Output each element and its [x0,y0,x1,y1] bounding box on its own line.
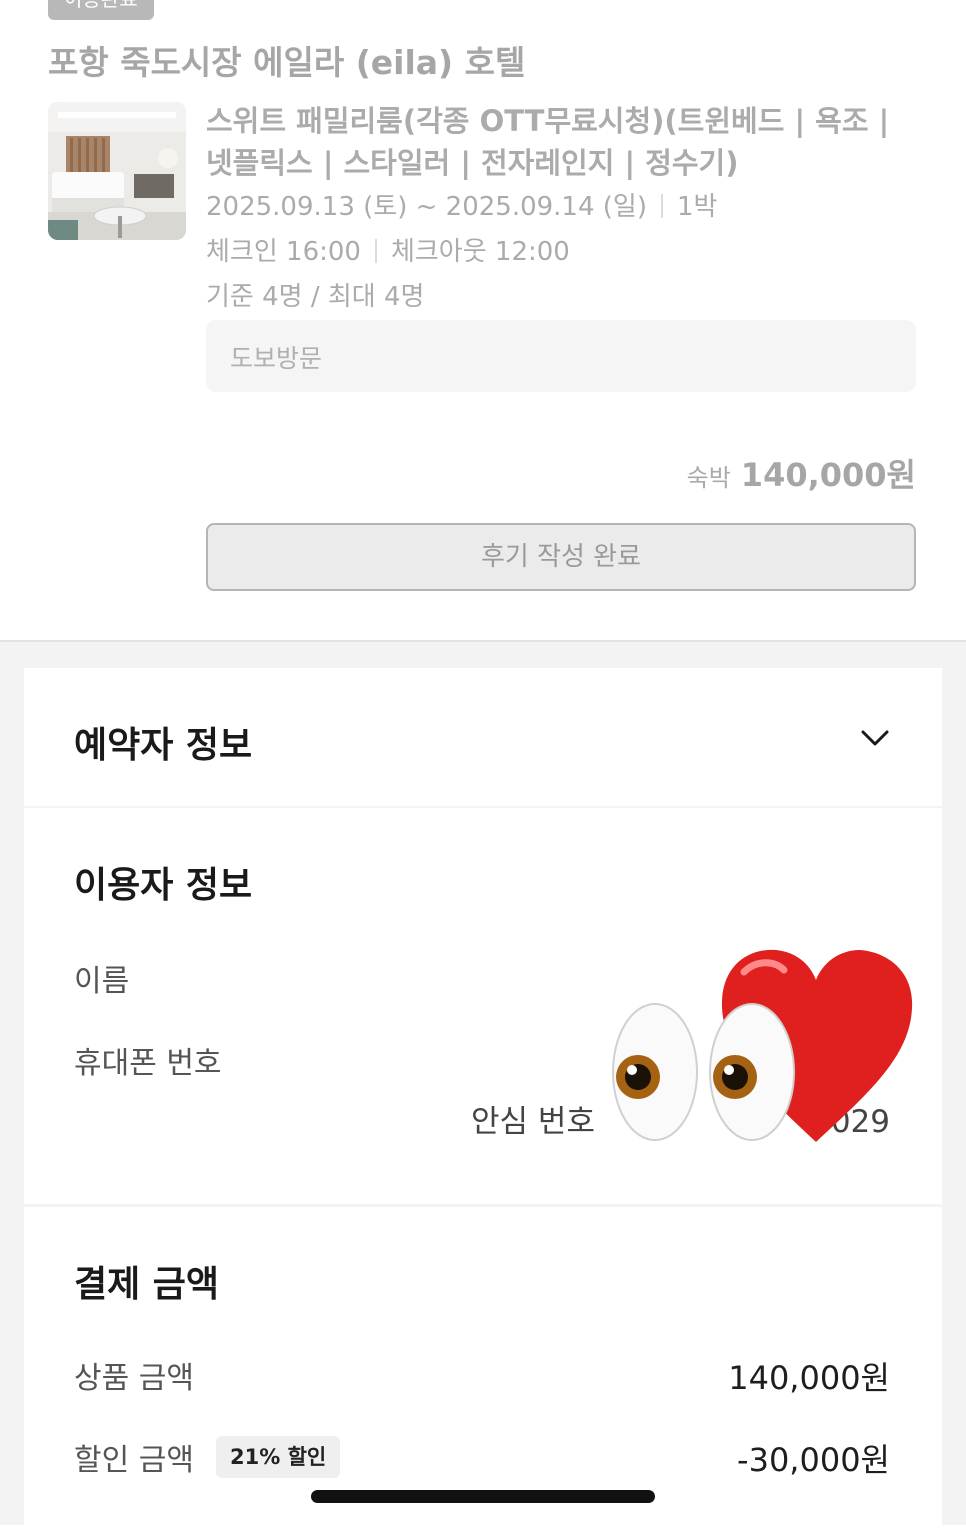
chevron-down-icon[interactable] [860,722,890,752]
safe-number-suffix: 029 [830,1104,890,1140]
home-indicator[interactable] [311,1490,655,1503]
visit-type: 도보방문 [230,344,323,373]
booker-info-title: 예약자 정보 [74,725,253,766]
stay-dates: 2025.09.13 (토) ~ 2025.09.14 (일) [206,192,647,222]
price-label: 숙박 [686,464,731,492]
product-amount-value: 140,000원 [728,1359,890,1397]
booking-card: 이용완료 포항 죽도시장 에일라 (eila) 호텔 스위트 패밀리룸(각종 O… [0,0,966,640]
checkout-time: 체크아웃 12:00 [390,237,570,267]
room-name[interactable]: 스위트 패밀리룸(각종 OTT무료시청)(트윈베드 | 욕조 | 넷플릭스 | … [206,100,918,184]
payment-title: 결제 금액 [74,1264,220,1305]
visit-type-box: 도보방문 [206,320,916,392]
divider [661,194,663,218]
discount-amount-value: -30,000원 [737,1441,890,1479]
status-badge: 이용완료 [48,0,154,20]
product-amount-label: 상품 금액 [74,1361,194,1396]
room-thumbnail[interactable] [48,102,186,240]
checkin-time: 체크인 16:00 [206,237,361,267]
payment-card: 결제 금액 상품 금액 140,000원 할인 금액 -30,000원 [24,1207,942,1537]
booker-info-card[interactable]: 예약자 정보 [24,668,942,806]
price-row: 숙박 140,000원 [687,450,916,496]
price-value: 140,000원 [740,456,916,494]
user-info-card: 이용자 정보 이름 휴대폰 번호 안심 번호 029 [24,808,942,1204]
discount-amount-label: 할인 금액 [74,1443,194,1478]
hotel-name[interactable]: 포항 죽도시장 에일라 (eila) 호텔 [48,36,525,84]
name-label: 이름 [74,964,130,999]
room-photo-image [48,102,186,240]
safe-number-label: 안심 번호 [471,1104,595,1140]
discount-badge: 21% 할인 [216,1436,341,1478]
capacity: 기준 4명 / 최대 4명 [206,282,425,312]
user-info-title: 이용자 정보 [74,865,253,906]
check-times-row: 체크인 16:00 체크아웃 12:00 [206,231,570,268]
nights: 1박 [677,192,718,222]
phone-label: 휴대폰 번호 [74,1046,222,1081]
safe-number-row: 안심 번호 029 [471,1096,890,1141]
review-complete-button[interactable]: 후기 작성 완료 [206,523,916,591]
stay-dates-row: 2025.09.13 (토) ~ 2025.09.14 (일) 1박 [206,186,717,223]
divider [374,239,377,263]
